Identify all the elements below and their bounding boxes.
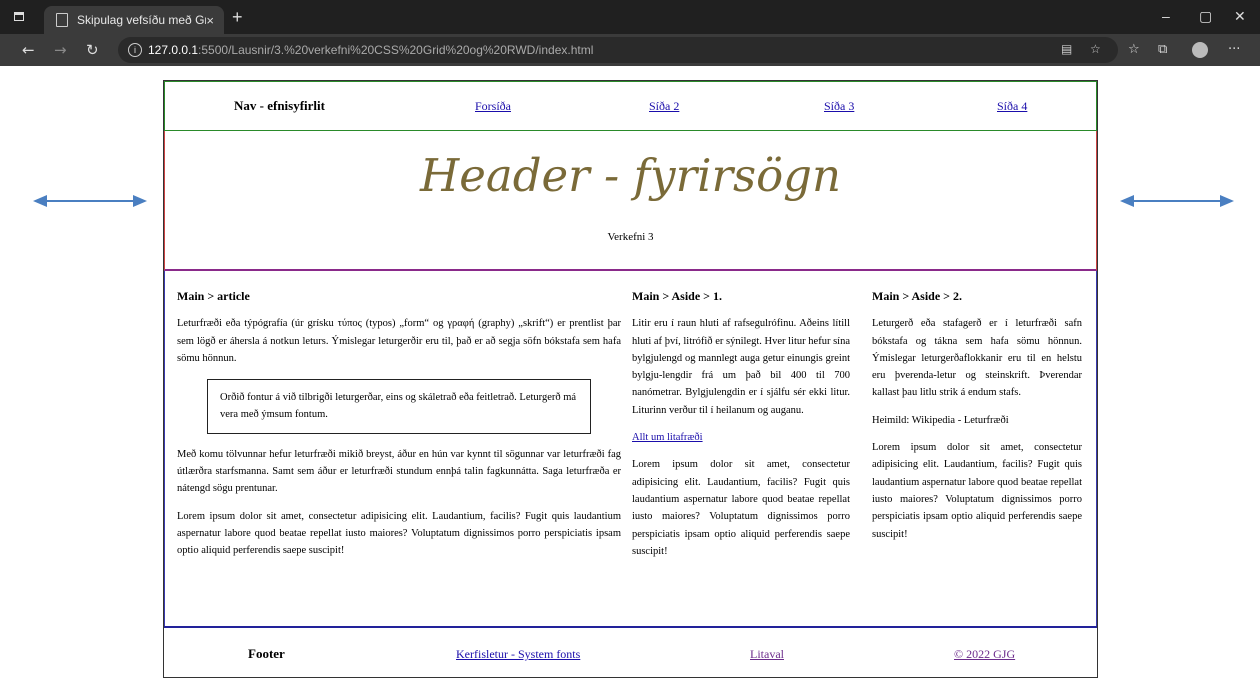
aside-2-source: Heimild: Wikipedia - Leturfræði <box>872 414 1009 426</box>
page-subtitle: Verkefni 3 <box>607 231 654 243</box>
aside-2-heading: Main > Aside > 2. <box>872 289 963 303</box>
reader-view-icon[interactable]: ▤ <box>1061 42 1072 56</box>
aside-2: Main > Aside > 2. Leturgerð eða stafager… <box>872 288 1082 553</box>
page-grid-wrapper: Nav - efnisyfirlit Forsíða Síða 2 Síða 3… <box>163 80 1098 678</box>
new-tab-button[interactable]: + <box>232 7 243 28</box>
double-arrow-right-icon <box>1120 193 1234 209</box>
close-window-button[interactable]: ✕ <box>1234 8 1246 25</box>
back-arrow-icon[interactable]: ← <box>22 41 35 59</box>
url-text[interactable]: 127.0.0.1:5500/Lausnir/3.%20verkefni%20C… <box>148 43 593 57</box>
article-heading: Main > article <box>177 289 250 303</box>
article-quote: Orðið fontur á við tilbrigði leturgerðar… <box>207 379 591 434</box>
aside-1-heading: Main > Aside > 1. <box>632 289 723 303</box>
minimize-button[interactable]: – <box>1162 8 1170 24</box>
aside-1-paragraph: Litir eru í raun hluti af rafsegulrófinu… <box>632 318 850 416</box>
collections-icon[interactable]: ⧉ <box>1158 42 1167 57</box>
color-theory-link[interactable]: Allt um litafræði <box>632 432 703 443</box>
browser-titlebar: Skipulag vefsíðu með Grid × + – ▢ ✕ <box>0 0 1260 34</box>
double-arrow-left-icon <box>33 193 147 209</box>
article-paragraph: Lorem ipsum dolor sit amet, consectetur … <box>177 510 621 557</box>
footer-title: Footer <box>248 646 285 661</box>
favorite-star-icon[interactable]: ☆ <box>1090 42 1101 56</box>
aside-2-paragraph: Lorem ipsum dolor sit amet, consectetur … <box>872 442 1082 540</box>
footer-link-system-fonts[interactable]: Kerfisletur - System fonts <box>456 647 580 662</box>
nav-title: Nav - efnisyfirlit <box>234 98 325 113</box>
reload-icon[interactable]: ↻ <box>86 41 99 59</box>
nav-link-forsida[interactable]: Forsíða <box>475 99 511 114</box>
nav-link-sida-2[interactable]: Síða 2 <box>649 99 679 114</box>
page-icon <box>56 13 68 27</box>
main-content: Main > article Leturfræði eða týpógrafía… <box>164 271 1097 628</box>
tab-close-icon[interactable]: × <box>206 13 214 28</box>
browser-toolbar: ← → ↻ i 127.0.0.1:5500/Lausnir/3.%20verk… <box>0 34 1260 66</box>
aside-1-paragraph: Lorem ipsum dolor sit amet, consectetur … <box>632 459 850 557</box>
window-menu-icon[interactable] <box>14 12 24 21</box>
page-footer: Footer Kerfisletur - System fonts Litava… <box>164 626 1097 677</box>
browser-tab[interactable]: Skipulag vefsíðu með Grid × <box>44 6 224 34</box>
top-nav: Nav - efnisyfirlit Forsíða Síða 2 Síða 3… <box>164 81 1097 131</box>
footer-link-copyright[interactable]: © 2022 GJG <box>954 647 1015 662</box>
page-title: Header - fyrirsögn <box>420 149 841 202</box>
favorites-list-icon[interactable]: ☆ <box>1128 42 1140 57</box>
more-menu-icon[interactable]: ··· <box>1228 42 1240 57</box>
aside-1: Main > Aside > 1. Litir eru í raun hluti… <box>632 288 850 570</box>
nav-link-sida-3[interactable]: Síða 3 <box>824 99 854 114</box>
page-viewport: Nav - efnisyfirlit Forsíða Síða 2 Síða 3… <box>0 66 1260 698</box>
article-paragraph: Leturfræði eða týpógrafía (úr grísku τύπ… <box>177 318 621 364</box>
profile-avatar[interactable] <box>1192 42 1208 58</box>
aside-2-paragraph: Leturgerð eða stafagerð er í leturfræði … <box>872 318 1082 399</box>
article-paragraph: Með komu tölvunnar hefur leturfræði miki… <box>177 448 621 495</box>
main-article: Main > article Leturfræði eða týpógrafía… <box>177 288 621 570</box>
footer-link-litaval[interactable]: Litaval <box>750 647 784 662</box>
maximize-button[interactable]: ▢ <box>1199 8 1212 25</box>
info-icon[interactable]: i <box>128 43 142 57</box>
address-bar[interactable]: i 127.0.0.1:5500/Lausnir/3.%20verkefni%2… <box>118 37 1118 63</box>
page-header: Header - fyrirsögn Verkefni 3 <box>164 131 1097 271</box>
tab-title: Skipulag vefsíðu með Grid <box>77 13 207 27</box>
forward-arrow-icon[interactable]: → <box>54 41 67 59</box>
nav-link-sida-4[interactable]: Síða 4 <box>997 99 1027 114</box>
